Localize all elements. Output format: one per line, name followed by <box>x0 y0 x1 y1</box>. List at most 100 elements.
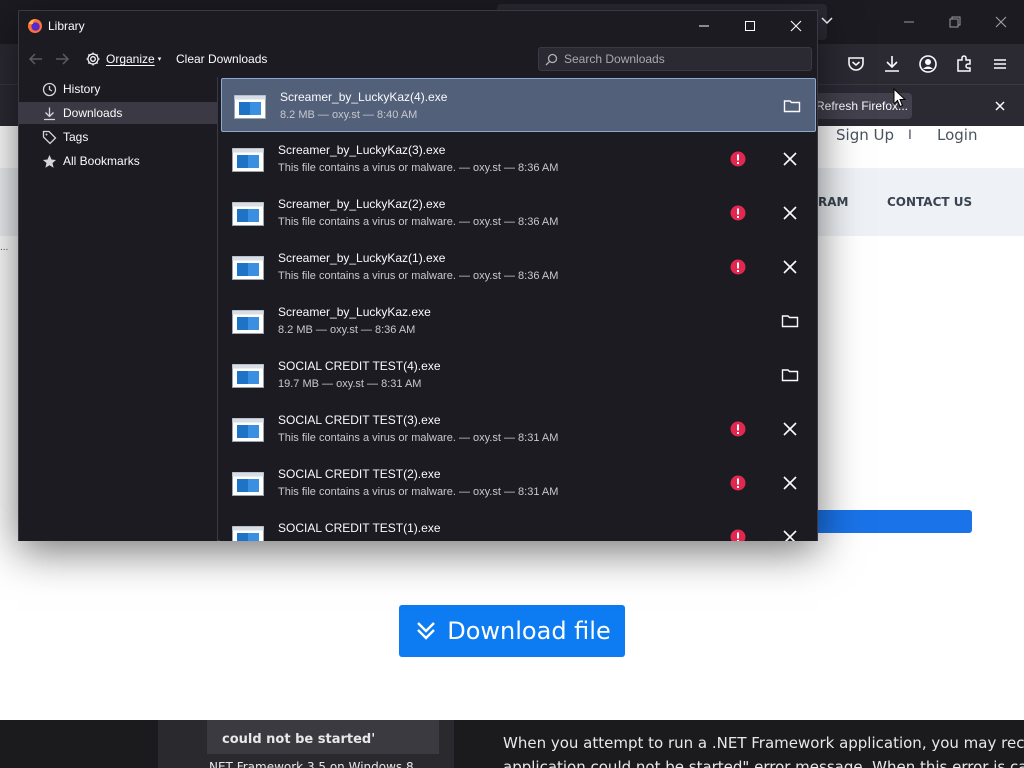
pocket-icon[interactable] <box>844 52 868 76</box>
library-titlebar: Library <box>19 11 817 41</box>
exe-file-icon <box>232 308 264 336</box>
download-status: 8.2 MB — oxy.st — 8:36 AM <box>278 324 416 336</box>
show-in-folder-icon[interactable] <box>780 365 800 385</box>
remove-download-icon[interactable] <box>780 149 800 169</box>
show-in-folder-icon[interactable] <box>780 311 800 331</box>
minimize-icon[interactable] <box>895 8 923 36</box>
clear-downloads-button[interactable]: Clear Downloads <box>176 52 267 66</box>
exe-file-icon <box>232 416 264 444</box>
search-icon <box>545 53 558 65</box>
page-dots: ... <box>0 242 9 253</box>
download-item[interactable]: Screamer_by_LuckyKaz(3).exe This file con… <box>220 132 817 186</box>
sidebar-item-label: Tags <box>63 130 89 144</box>
gear-icon <box>86 52 100 66</box>
exe-file-icon <box>232 470 264 498</box>
firefox-logo-icon <box>28 19 42 33</box>
sidebar-item-tags[interactable]: Tags <box>19 126 218 148</box>
organize-label: Organize <box>106 52 155 66</box>
download-item[interactable]: SOCIAL CREDIT TEST(4).exe 19.7 MB — oxy.s… <box>220 348 817 402</box>
library-title: Library <box>48 19 85 33</box>
library-maximize-button[interactable] <box>727 11 773 41</box>
sidebar-item-downloads[interactable]: Downloads <box>19 102 218 124</box>
malware-warning-icon <box>730 259 746 275</box>
search-downloads-input[interactable] <box>564 52 804 66</box>
exe-file-icon <box>232 254 264 282</box>
nav-item-program[interactable]: RAM <box>818 195 848 209</box>
library-close-button[interactable] <box>773 11 819 41</box>
mouse-cursor-icon <box>893 88 907 108</box>
account-icon[interactable] <box>916 52 940 76</box>
download-filename: Screamer_by_LuckyKaz(3).exe <box>278 143 446 157</box>
download-status: 19.7 MB — oxy.st — 8:31 AM <box>278 378 422 390</box>
back-arrow-icon[interactable] <box>27 50 45 68</box>
download-item[interactable]: Screamer_by_LuckyKaz.exe 8.2 MB — oxy.st … <box>220 294 817 348</box>
download-status: This file contains a virus or malware. —… <box>278 486 559 498</box>
remove-download-icon[interactable] <box>780 473 800 493</box>
exe-file-icon <box>232 362 264 390</box>
download-status: 8.2 MB — oxy.st — 8:40 AM <box>280 109 418 121</box>
star-icon <box>43 154 56 168</box>
download-item[interactable]: Screamer_by_LuckyKaz(4).exe 8.2 MB — oxy.… <box>221 78 816 132</box>
search-box[interactable] <box>538 47 812 71</box>
download-filename: SOCIAL CREDIT TEST(2).exe <box>278 467 441 481</box>
article-paragraph-line2: application could not be started" error … <box>503 758 1024 768</box>
download-item[interactable]: SOCIAL CREDIT TEST(3).exe This file conta… <box>220 402 817 456</box>
download-filename: Screamer_by_LuckyKaz(2).exe <box>278 197 446 211</box>
sidebar-item-label: History <box>63 82 101 96</box>
download-icon <box>44 107 55 120</box>
nav-item-contact[interactable]: CONTACT US <box>887 195 972 209</box>
download-item[interactable]: Screamer_by_LuckyKaz(1).exe This file con… <box>220 240 817 294</box>
download-filename: SOCIAL CREDIT TEST(3).exe <box>278 413 441 427</box>
extensions-icon[interactable] <box>952 52 976 76</box>
sidebar-item-all-bookmarks[interactable]: All Bookmarks <box>19 150 218 172</box>
remove-download-icon[interactable] <box>780 419 800 439</box>
exe-file-icon <box>232 200 264 228</box>
sidebar-item-label: Downloads <box>63 106 123 120</box>
nav-login-link[interactable]: Login <box>937 126 977 144</box>
article-paragraph: When you attempt to run a .NET Framework… <box>503 734 1024 752</box>
remove-download-icon[interactable] <box>780 527 800 541</box>
download-status: This file contains a virus or malware. —… <box>278 432 559 444</box>
organize-button[interactable]: Organize ▾ <box>85 48 161 70</box>
menu-icon[interactable] <box>988 52 1012 76</box>
downloads-icon[interactable] <box>880 52 904 76</box>
nav-signup-link[interactable]: Sign Up <box>836 126 894 144</box>
exe-file-icon <box>234 93 266 121</box>
list-all-tabs-icon[interactable] <box>818 10 836 30</box>
malware-warning-icon <box>730 529 746 541</box>
double-chevron-down-icon <box>417 622 436 640</box>
download-status: This file contains a virus or malware. —… <box>278 216 559 228</box>
close-icon <box>790 20 802 32</box>
download-filename: Screamer_by_LuckyKaz(1).exe <box>278 251 446 265</box>
show-in-folder-icon[interactable] <box>782 96 802 116</box>
remove-download-icon[interactable] <box>780 203 800 223</box>
download-item[interactable]: SOCIAL CREDIT TEST(2).exe This file conta… <box>220 456 817 510</box>
notification-close-icon[interactable] <box>990 96 1010 116</box>
minimize-icon <box>699 25 709 27</box>
clock-icon <box>42 82 57 96</box>
library-minimize-button[interactable] <box>681 11 727 41</box>
download-filename: Screamer_by_LuckyKaz(4).exe <box>280 90 448 104</box>
remove-download-icon[interactable] <box>780 257 800 277</box>
download-status: This file contains a virus or malware. —… <box>278 162 559 174</box>
restore-icon[interactable] <box>941 8 969 36</box>
downloads-list: Screamer_by_LuckyKaz(4).exe 8.2 MB — oxy.… <box>220 77 817 541</box>
malware-warning-icon <box>730 421 746 437</box>
sidebar-card-title[interactable]: could not be started' <box>222 732 375 747</box>
close-icon[interactable] <box>987 8 1015 36</box>
dropdown-caret-icon: ▾ <box>157 56 162 63</box>
library-sidebar: History Downloads Tags All Bookmarks <box>19 77 218 541</box>
download-item[interactable]: Screamer_by_LuckyKaz(2).exe This file con… <box>220 186 817 240</box>
forward-arrow-icon[interactable] <box>53 50 71 68</box>
download-filename: Screamer_by_LuckyKaz.exe <box>278 305 431 319</box>
sidebar-item-history[interactable]: History <box>19 78 218 100</box>
sidebar-link[interactable]: NET Framework 3.5 on Windows 8 <box>209 760 414 768</box>
page-progress-bar <box>808 510 972 533</box>
library-window: Library Organize ▾ Clear Downloads Searc… <box>18 10 818 541</box>
malware-warning-icon <box>730 205 746 221</box>
download-item[interactable]: SOCIAL CREDIT TEST(1).exe <box>220 510 817 541</box>
tag-icon <box>42 130 57 144</box>
download-status: This file contains a virus or malware. —… <box>278 270 559 282</box>
download-file-button[interactable]: Download file <box>399 605 625 657</box>
nav-separator: I <box>908 126 912 142</box>
